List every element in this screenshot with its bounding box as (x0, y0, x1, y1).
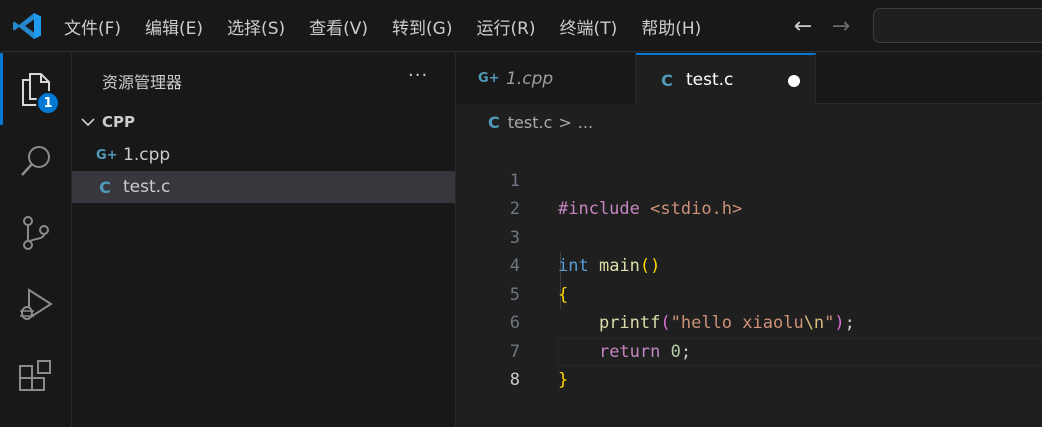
tab-testc[interactable]: C test.c (636, 53, 816, 105)
cpp-file-icon: G+ (478, 71, 500, 86)
search-icon (21, 146, 50, 176)
breadcrumb-file[interactable]: test.c (508, 113, 553, 132)
activity-extensions[interactable] (0, 341, 72, 413)
forward-arrow-icon[interactable]: → (828, 13, 854, 39)
code-line: 8 (456, 338, 1042, 390)
command-center-search[interactable] (873, 8, 1042, 43)
code-line: 2 (456, 167, 1042, 219)
file-name: 1.cpp (123, 145, 171, 165)
explorer-badge: 1 (36, 91, 60, 115)
activity-search[interactable] (0, 125, 72, 197)
menu-edit[interactable]: 编辑(E) (145, 14, 203, 39)
unsaved-dot-icon[interactable] (788, 75, 800, 87)
activity-explorer[interactable]: 1 (0, 53, 72, 125)
menu-bar: 文件(F) 编辑(E) 选择(S) 查看(V) 转到(G) 运行(R) 终端(T… (64, 0, 725, 52)
sidebar-title: 资源管理器 (102, 73, 183, 92)
code-editor[interactable]: 1 #include <stdio.h> 2 3 int main() 4 { … (456, 138, 1042, 427)
file-testc[interactable]: C test.c (72, 171, 455, 203)
code-line: 1 #include <stdio.h> (456, 138, 1042, 220)
breadcrumb: C test.c > ... (488, 110, 593, 134)
chevron-down-icon (81, 118, 95, 127)
tab-label: test.c (686, 70, 734, 90)
code-line: 7 } (456, 309, 1042, 391)
more-actions-icon[interactable]: ··· (408, 65, 428, 86)
explorer-sidebar: 资源管理器 ··· CPP G+ 1.cpp C test.c (72, 53, 456, 427)
token-brace: } (558, 370, 569, 390)
title-bar: 文件(F) 编辑(E) 选择(S) 查看(V) 转到(G) 运行(R) 终端(T… (0, 0, 1042, 52)
menu-run[interactable]: 运行(R) (476, 14, 535, 39)
tab-label: 1.cpp (506, 68, 554, 89)
tab-bar: G+ 1.cpp C test.c (456, 53, 1042, 105)
active-indicator (0, 53, 3, 125)
c-file-icon: C (99, 177, 111, 197)
extensions-icon (19, 360, 51, 391)
menu-terminal[interactable]: 终端(T) (560, 14, 618, 39)
c-file-icon: C (488, 112, 500, 132)
source-control-icon (23, 216, 49, 250)
code-line: 6 return 0; (456, 281, 1042, 362)
breadcrumb-separator: > (558, 112, 572, 132)
folder-name: CPP (102, 113, 135, 131)
menu-view[interactable]: 查看(V) (309, 14, 368, 39)
breadcrumb-more[interactable]: ... (578, 113, 593, 132)
menu-help[interactable]: 帮助(H) (641, 14, 701, 39)
menu-selection[interactable]: 选择(S) (227, 14, 285, 39)
file-1cpp[interactable]: G+ 1.cpp (72, 139, 455, 171)
menu-go[interactable]: 转到(G) (392, 14, 452, 39)
tab-1cpp[interactable]: G+ 1.cpp (456, 53, 636, 104)
code-line: 4 { (456, 224, 1042, 305)
menu-file[interactable]: 文件(F) (64, 14, 121, 39)
c-file-icon: C (661, 70, 673, 90)
activity-run-debug[interactable] (0, 269, 72, 341)
run-debug-icon (20, 288, 53, 320)
line-number: 8 (509, 370, 520, 390)
back-arrow-icon[interactable]: ← (790, 13, 816, 39)
vscode-logo-icon (13, 13, 41, 39)
cpp-file-icon: G+ (96, 147, 118, 163)
code-line: 5 printf("hello xiaolu\n"); (456, 252, 1042, 334)
activity-bar: 1 (0, 53, 72, 427)
folder-cpp[interactable]: CPP (72, 109, 455, 135)
file-name: test.c (123, 177, 171, 197)
code-line: 3 int main() (456, 195, 1042, 277)
activity-source-control[interactable] (0, 197, 72, 269)
